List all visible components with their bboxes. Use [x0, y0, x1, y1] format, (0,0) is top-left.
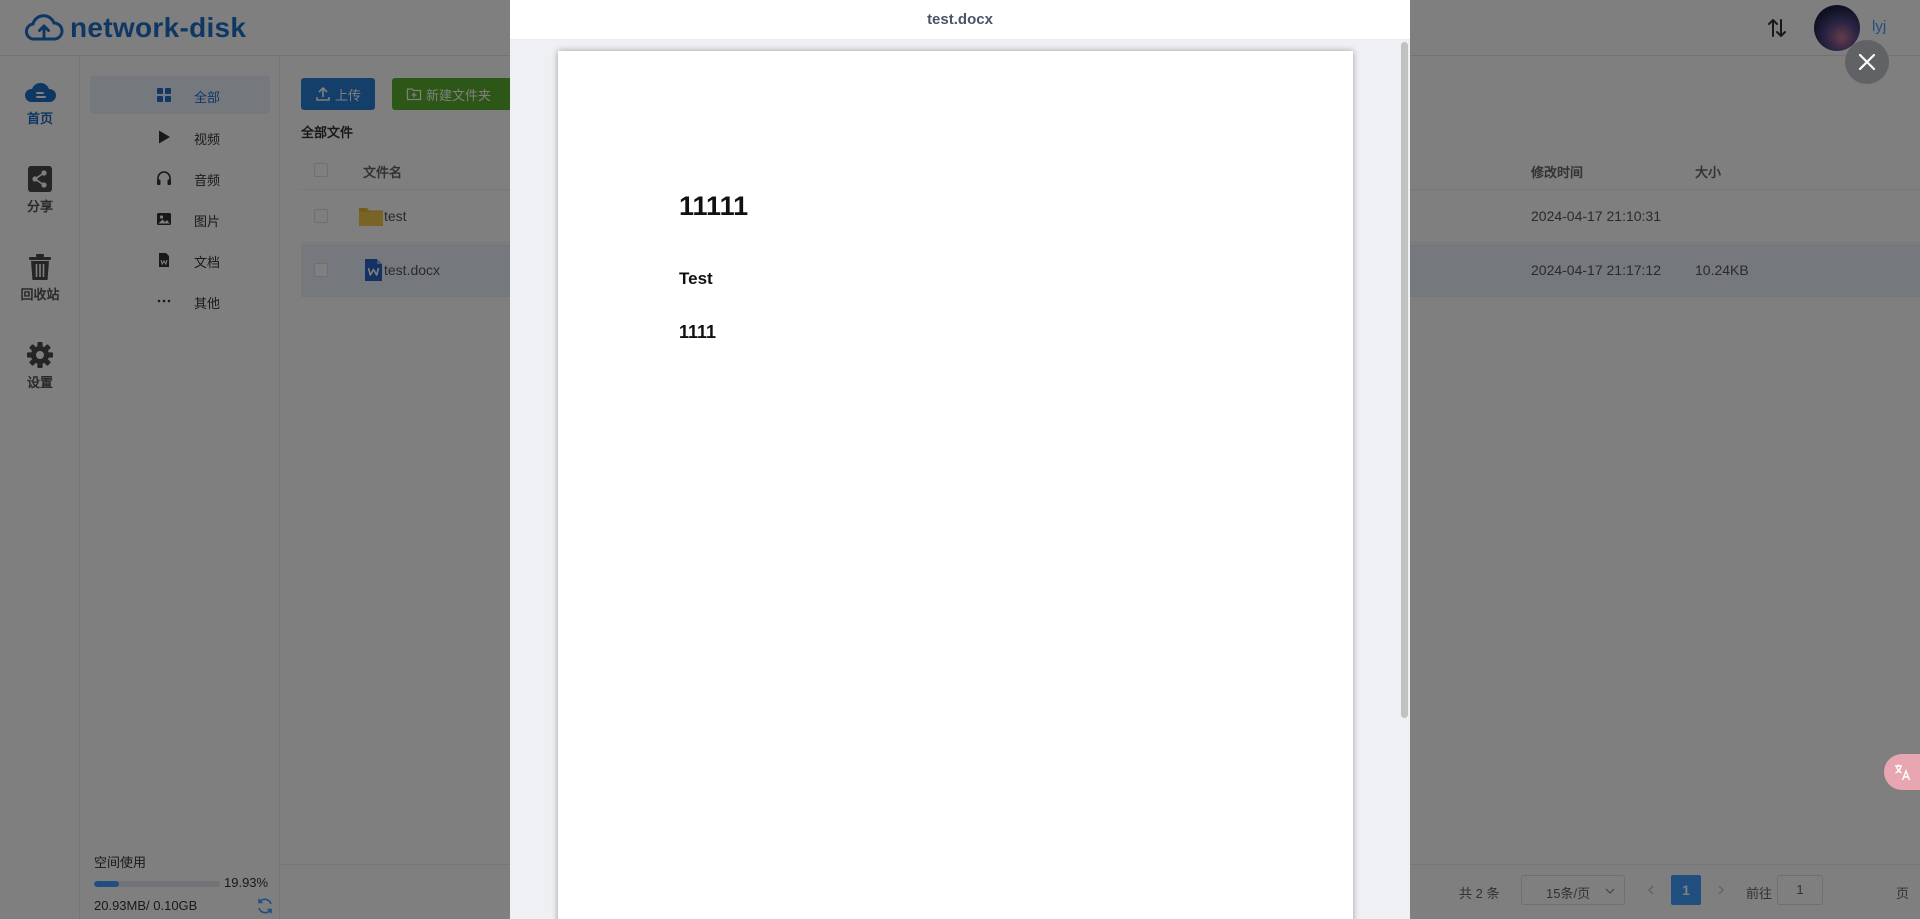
- close-icon: [1858, 53, 1876, 71]
- document-subheading: Test: [679, 269, 713, 288]
- document-page: 11111 Test 1111: [558, 51, 1353, 919]
- preview-dialog: test.docx 11111 Test 1111: [510, 0, 1410, 919]
- preview-document-area: 11111 Test 1111: [510, 40, 1410, 919]
- translate-icon: [1895, 764, 1911, 781]
- close-preview-button[interactable]: [1845, 40, 1889, 84]
- preview-dialog-header: test.docx: [510, 0, 1410, 40]
- preview-scrollbar[interactable]: [1401, 42, 1408, 718]
- document-paragraph: 1111: [679, 322, 717, 342]
- document-heading: 11111: [679, 191, 749, 221]
- translate-widget[interactable]: [1884, 754, 1920, 790]
- preview-title: test.docx: [927, 11, 993, 28]
